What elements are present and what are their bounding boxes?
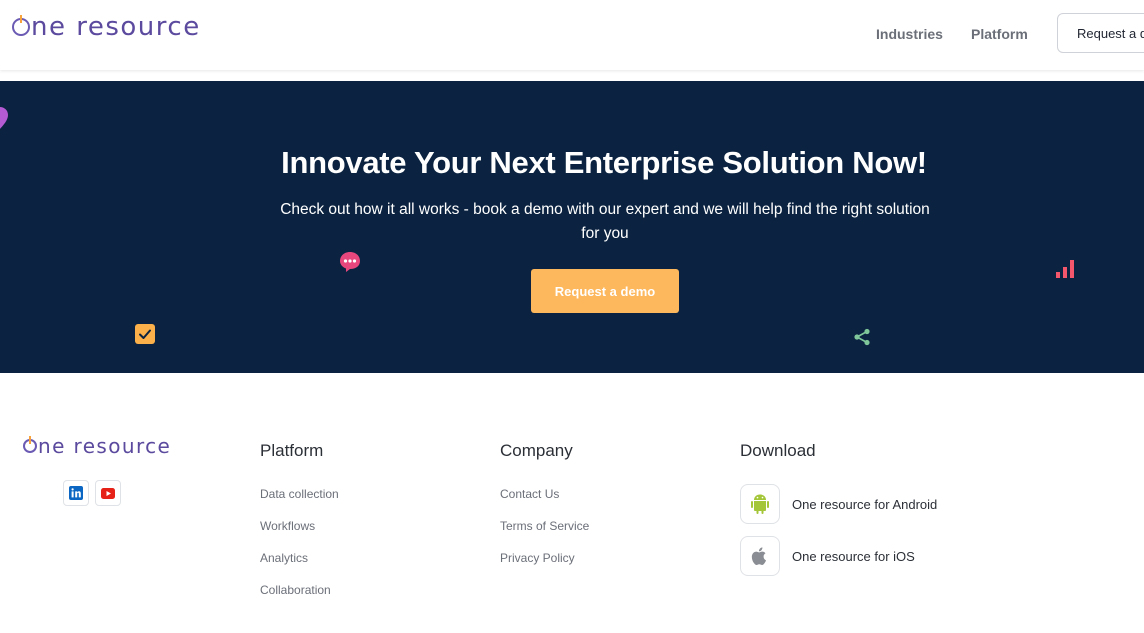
footer-link-contact-us[interactable]: Contact Us <box>500 487 559 501</box>
bar-chart-icon <box>1056 260 1074 278</box>
demo-hero: Innovate Your Next Enterprise Solution N… <box>0 81 1144 373</box>
footer-link-privacy-policy[interactable]: Privacy Policy <box>500 551 575 565</box>
linkedin-link[interactable] <box>63 480 89 506</box>
footer-link-collaboration[interactable]: Collaboration <box>260 583 331 597</box>
site-header: ne resource Industries Platform Request … <box>0 0 1144 70</box>
youtube-link[interactable] <box>95 480 121 506</box>
brand-logo[interactable]: ne resource <box>12 14 201 40</box>
footer-download-title: Download <box>740 441 816 460</box>
ios-app-label[interactable]: One resource for iOS <box>792 549 915 564</box>
footer-link-analytics[interactable]: Analytics <box>260 551 308 565</box>
checkbox-icon <box>135 324 155 344</box>
youtube-icon <box>101 487 115 499</box>
nav-platform[interactable]: Platform <box>971 26 1028 42</box>
brand-wordmark: ne resource <box>31 12 201 42</box>
footer-link-data-collection[interactable]: Data collection <box>260 487 339 501</box>
android-app-label[interactable]: One resource for Android <box>792 497 937 512</box>
footer-brand-logo[interactable]: ne resource <box>23 436 171 456</box>
footer-link-workflows[interactable]: Workflows <box>260 519 315 533</box>
android-icon <box>751 494 769 514</box>
heart-icon <box>0 107 8 129</box>
chat-bubble-icon <box>340 252 360 272</box>
hero-request-demo-button[interactable]: Request a demo <box>531 269 679 313</box>
footer-company-title: Company <box>500 441 573 460</box>
share-icon <box>854 328 870 346</box>
ios-download-button[interactable] <box>740 536 780 576</box>
hero-title: Innovate Your Next Enterprise Solution N… <box>281 145 927 180</box>
header-request-demo-button[interactable]: Request a demo <box>1057 13 1144 53</box>
apple-icon <box>751 547 766 566</box>
nav-industries[interactable]: Industries <box>876 26 943 42</box>
hero-subtitle: Check out how it all works - book a demo… <box>280 201 930 242</box>
footer-brand-wordmark: ne resource <box>38 434 172 458</box>
footer-platform-title: Platform <box>260 441 324 460</box>
linkedin-icon <box>69 486 83 500</box>
power-o-icon <box>12 15 30 36</box>
power-o-icon <box>23 436 37 453</box>
footer-link-terms-of-service[interactable]: Terms of Service <box>500 519 589 533</box>
android-download-button[interactable] <box>740 484 780 524</box>
